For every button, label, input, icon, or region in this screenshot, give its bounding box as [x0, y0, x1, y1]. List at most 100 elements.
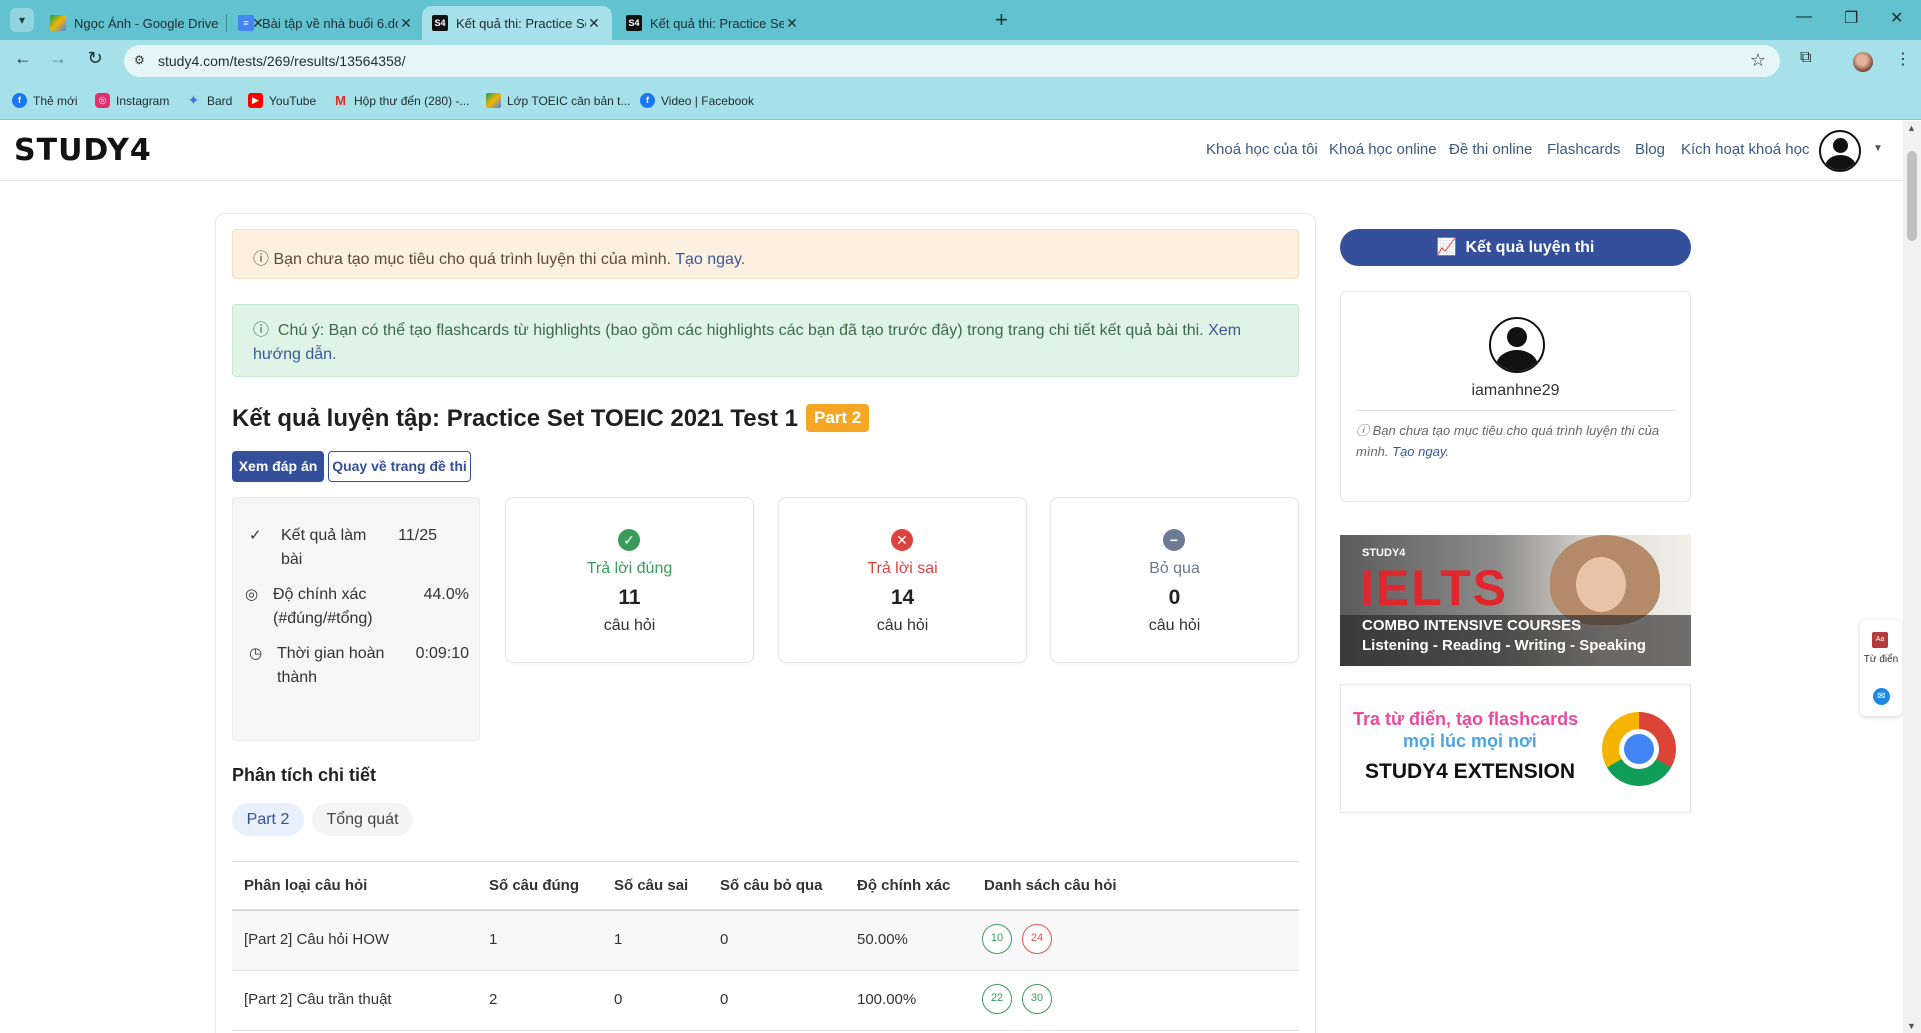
cell-correct: 1 — [489, 931, 498, 948]
column-header: Danh sách câu hỏi — [984, 877, 1117, 894]
address-bar[interactable]: ⚙ study4.com/tests/269/results/13564358/… — [124, 45, 1780, 77]
clock-icon: ◷ — [249, 645, 263, 662]
table-header: Phân loại câu hỏi Số câu đúng Số câu sai… — [232, 861, 1299, 911]
forward-icon[interactable]: → — [45, 48, 71, 69]
question-link[interactable]: 22 — [982, 984, 1012, 1014]
tab-separator — [226, 14, 227, 32]
bookmark-youtube[interactable]: ▶ YouTube — [248, 93, 316, 108]
chrome-icon — [1602, 712, 1676, 786]
bookmark-label: Thẻ mới — [33, 93, 78, 108]
close-icon[interactable]: ✕ — [586, 15, 602, 32]
tab-overview[interactable]: Tổng quát — [312, 803, 413, 836]
stat-accuracy: ◎ Độ chính xác (#đúng/#tổng) 44.0% — [245, 583, 469, 631]
study4-logo[interactable]: STUDY4 — [14, 133, 152, 168]
study4-icon: S4 — [432, 15, 448, 31]
bookmark-label: Hộp thư đến (280) -... — [354, 93, 470, 108]
username: iamanhne29 — [1471, 382, 1560, 399]
question-link[interactable]: 30 — [1022, 984, 1052, 1014]
stat-value: 0:09:10 — [415, 645, 469, 662]
tab-study4-active[interactable]: S4 Kết quả thi: Practice Set TOEIC ✕ — [422, 6, 612, 40]
question-link[interactable]: 24 — [1022, 924, 1052, 954]
nav-flashcards[interactable]: Flashcards — [1547, 141, 1620, 158]
goal-alert: ⓘ Bạn chưa tạo mục tiêu cho quá trình lu… — [232, 229, 1299, 279]
tab-google-docs[interactable]: ≡ Bài tập về nhà buổi 6.docx - Go ✕ — [228, 6, 424, 40]
reload-icon[interactable]: ↻ — [82, 48, 108, 69]
banner-headline: IELTS — [1360, 560, 1508, 616]
tab-title: Kết quả thi: Practice Set TOEIC — [650, 15, 784, 31]
back-to-test-button[interactable]: Quay về trang đề thi — [328, 451, 471, 482]
minimize-icon[interactable]: — — [1796, 8, 1812, 26]
extensions-icon[interactable]: ⧉ — [1800, 49, 1811, 67]
nav-my-courses[interactable]: Khoá học của tôi — [1206, 141, 1318, 158]
bookmark-new-tab[interactable]: f Thẻ mới — [12, 93, 78, 108]
bookmark-bard[interactable]: ✦ Bard — [186, 93, 233, 108]
correct-card: ✓ Trả lời đúng 11 câu hỏi — [505, 497, 754, 663]
goal-alert-text: Bạn chưa tạo mục tiêu cho quá trình luyệ… — [273, 251, 672, 268]
ielts-ad-banner[interactable]: STUDY4 IELTS COMBO INTENSIVE COURSES Lis… — [1340, 535, 1691, 666]
messenger-icon[interactable]: ✉ — [1873, 688, 1890, 705]
cell-category: [Part 2] Câu trần thuật — [244, 991, 392, 1008]
back-icon[interactable]: ← — [10, 48, 36, 69]
google-drive-icon — [486, 93, 501, 108]
nav-activate-course[interactable]: Kích hoạt khoá học — [1681, 141, 1809, 158]
page-title: Kết quả luyện tập: Practice Set TOEIC 20… — [232, 404, 870, 433]
tab-study4[interactable]: S4 Kết quả thi: Practice Set TOEIC ✕ — [616, 6, 810, 40]
profile-card: iamanhne29 ⓘ Bạn chưa tạo mục tiêu cho q… — [1340, 291, 1691, 502]
column-header: Số câu đúng — [489, 877, 579, 894]
question-link[interactable]: 10 — [982, 924, 1012, 954]
menu-icon[interactable]: ⋮ — [1895, 49, 1911, 69]
bookmark-facebook-video[interactable]: f Video | Facebook — [640, 93, 754, 108]
browser-profile-avatar[interactable] — [1853, 52, 1873, 72]
chevron-down-icon[interactable]: ▼ — [1873, 143, 1883, 154]
close-icon[interactable]: ✕ — [784, 15, 800, 32]
results-history-button[interactable]: 📈 Kết quả luyện thi — [1340, 229, 1691, 266]
url-text: study4.com/tests/269/results/13564358/ — [158, 53, 406, 69]
nav-online-tests[interactable]: Đề thi online — [1449, 141, 1532, 158]
chrome-icon-core — [1624, 734, 1654, 764]
user-avatar[interactable] — [1819, 130, 1861, 172]
column-header: Phân loại câu hỏi — [244, 877, 368, 894]
scroll-down-icon[interactable]: ▼ — [1907, 1021, 1916, 1031]
nav-blog[interactable]: Blog — [1635, 141, 1665, 158]
stat-label: Kết quả làm bài — [281, 527, 367, 568]
close-icon[interactable]: ✕ — [398, 15, 414, 32]
bookmark-label: Video | Facebook — [661, 93, 754, 108]
chart-icon: 📈 — [1436, 239, 1457, 256]
facebook-icon: f — [12, 93, 27, 108]
nav-online-courses[interactable]: Khoá học online — [1329, 141, 1437, 158]
cell-accuracy: 100.00% — [857, 991, 917, 1008]
bookmark-label: Bard — [207, 93, 233, 108]
x-circle-icon: ✕ — [891, 529, 913, 551]
profile-goal-note: ⓘ Bạn chưa tạo mục tiêu cho quá trình lu… — [1356, 420, 1676, 462]
browser-tab-bar: ▾ Ngọc Ánh - Google Drive ✕ ≡ Bài tập về… — [0, 0, 1921, 40]
tab-title: Ngọc Ánh - Google Drive — [74, 15, 219, 31]
tab-search-dropdown[interactable]: ▾ — [10, 8, 34, 32]
close-window-icon[interactable]: ✕ — [1890, 8, 1903, 28]
cell-wrong: 1 — [614, 931, 623, 948]
avatar-body — [1496, 350, 1538, 371]
bookmark-gmail[interactable]: M Hộp thư đến (280) -... — [333, 93, 469, 108]
view-answers-button[interactable]: Xem đáp án — [232, 451, 324, 482]
bookmark-star-icon[interactable]: ☆ — [1750, 50, 1766, 71]
create-goal-link[interactable]: Tạo ngay. — [675, 251, 745, 268]
tab-part-2[interactable]: Part 2 — [232, 803, 304, 836]
cell-skipped: 0 — [720, 931, 729, 948]
new-tab-button[interactable]: + — [995, 8, 1008, 32]
site-info-icon[interactable]: ⚙ — [134, 53, 145, 67]
check-circle-icon: ✓ — [618, 529, 640, 551]
banner-brand: STUDY4 — [1362, 547, 1406, 559]
check-icon: ✓ — [249, 527, 262, 544]
scrollbar-thumb[interactable] — [1907, 151, 1917, 241]
bookmark-toeic-class[interactable]: Lớp TOEIC căn bản t... — [486, 93, 631, 108]
floating-tools: Aa Từ điển ✉ — [1860, 620, 1902, 716]
restore-icon[interactable]: ❐ — [1844, 8, 1858, 28]
dictionary-icon[interactable]: Aa — [1872, 632, 1888, 648]
create-goal-link[interactable]: Tạo ngay. — [1392, 444, 1449, 459]
dictionary-label: Từ điển — [1863, 654, 1899, 665]
bookmark-instagram[interactable]: ◎ Instagram — [95, 93, 169, 108]
divider — [1356, 410, 1676, 411]
page-scrollbar[interactable]: ▲ ▼ — [1903, 121, 1921, 1033]
cell-correct: 2 — [489, 991, 498, 1008]
scroll-up-icon[interactable]: ▲ — [1907, 123, 1916, 133]
extension-ad-banner[interactable]: Tra từ điển, tạo flashcards mọi lúc mọi … — [1340, 684, 1691, 813]
